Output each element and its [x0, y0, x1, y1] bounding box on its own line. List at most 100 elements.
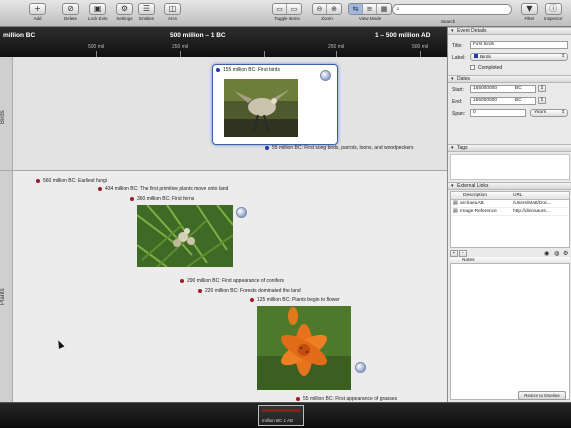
table-row[interactable]: ▤ archaeoAB /Users/Matt/Doc...	[451, 200, 569, 208]
lock-events-button[interactable]: ▣ Lock Evts	[88, 3, 108, 21]
lane-label-birds: Birds	[0, 110, 6, 124]
filter-icon: ▼	[521, 3, 538, 15]
external-links-table: Description URL ▤ archaeoAB /Users/Matt/…	[450, 191, 570, 248]
info-icon: ⓘ	[544, 3, 562, 15]
globe-icon[interactable]	[320, 70, 331, 81]
links-table-header: Description URL	[451, 192, 569, 200]
ruler-tick-label: 250 mil	[328, 44, 345, 50]
toggle-right-icon[interactable]: ▭	[287, 4, 301, 14]
toggle-left-icon[interactable]: ▭	[273, 4, 287, 14]
span-unit-select[interactable]: Years ⇕	[530, 109, 568, 117]
toggle-items-control[interactable]: ▭ ▭ Toggle Items	[272, 3, 302, 21]
view-timeline-icon[interactable]: ⇆	[349, 4, 363, 14]
lane-divider	[0, 170, 447, 171]
eye-icon[interactable]: ◉	[544, 250, 549, 257]
event-card-flowers[interactable]	[257, 306, 369, 392]
event-details-header[interactable]: Event Details	[448, 27, 571, 35]
zoom-segment[interactable]: ⊖ ⊕	[312, 3, 342, 15]
end-stepper[interactable]: ⇕	[538, 97, 546, 104]
ruler-tick-label: 500 mil	[412, 44, 429, 50]
event-dot	[296, 396, 300, 401]
gear-icon: ⚙	[116, 3, 133, 15]
ruler-left-label: million BC	[3, 32, 36, 39]
event-card-first-ferns[interactable]	[137, 205, 253, 269]
event-conifers[interactable]: 290 million BC: First appearance of coni…	[180, 278, 284, 284]
add-link-button[interactable]: +	[450, 250, 458, 257]
inspector-panel: Event Details Title: First birds Label: …	[447, 27, 571, 402]
event-dot	[198, 288, 202, 293]
event-song-birds[interactable]: 55 million BC: First song birds, parrots…	[265, 145, 413, 151]
event-earliest-fungi[interactable]: 560 million BC: Earliest fungi	[36, 178, 107, 184]
globe-icon[interactable]	[236, 207, 247, 218]
event-flowers[interactable]: 125 million BC: Plants begin to flower	[250, 297, 340, 303]
ruler-right-label: 1 – 500 million AD	[375, 32, 431, 39]
label-color-swatch	[474, 54, 478, 58]
event-dot	[98, 186, 102, 191]
lock-icon: ▣	[89, 3, 107, 15]
event-card-first-birds[interactable]: 155 million BC: First birds	[212, 64, 338, 145]
remove-link-button[interactable]: −	[459, 250, 467, 257]
zoom-control[interactable]: ⊖ ⊕ Zoom	[312, 3, 342, 21]
event-forests[interactable]: 220 million BC: Forests dominated the la…	[198, 288, 301, 294]
tags-header[interactable]: Tags	[448, 144, 571, 152]
start-stepper[interactable]: ⇕	[538, 85, 546, 92]
view-grid-icon[interactable]: ▦	[377, 4, 391, 14]
end-date-field[interactable]: 155000000 BC	[470, 97, 536, 105]
event-first-land-plants[interactable]: 434 million BC: The first primitive plan…	[98, 186, 228, 192]
globe-small-icon[interactable]: ◍	[554, 250, 559, 257]
search-icon: ⌕	[396, 5, 400, 13]
add-button[interactable]: + Add	[29, 3, 46, 21]
settings-button[interactable]: ⚙ Settings	[116, 3, 133, 21]
ruler-tick-label: 500 mil	[88, 44, 105, 50]
entities-button[interactable]: ☰ Entities	[138, 3, 155, 21]
external-links-header[interactable]: External Links	[448, 182, 571, 190]
plus-icon: +	[29, 3, 46, 15]
delete-button[interactable]: ⊘ Delete	[62, 3, 79, 21]
chevron-down-icon: ⇕	[561, 54, 565, 59]
event-dot	[216, 67, 220, 72]
resize-to-timeline-button[interactable]: Resize to timeline	[518, 391, 566, 400]
timeline-canvas[interactable]: Birds Plants 155 million BC: First birds…	[0, 57, 447, 402]
fern-photo	[137, 205, 233, 267]
zoom-in-icon[interactable]: ⊕	[327, 4, 341, 14]
notes-textarea[interactable]	[450, 263, 570, 400]
arcs-icon: ◫	[164, 3, 181, 15]
inspector-button[interactable]: ⓘ Inspector	[544, 3, 563, 21]
filter-button[interactable]: ▼ Filter	[521, 3, 538, 21]
table-row[interactable]: ▤ Image Reference http://dinosaurs...	[451, 208, 569, 216]
tags-field[interactable]	[450, 154, 570, 180]
event-label: 155 million BC: First birds	[216, 67, 280, 73]
event-first-ferns[interactable]: 360 million BC: First ferns	[130, 196, 194, 202]
timeline-ruler[interactable]: million BC 500 million – 1 BC 1 – 500 mi…	[0, 27, 447, 57]
completed-checkbox[interactable]	[470, 65, 475, 70]
event-dot	[265, 145, 269, 150]
view-list-icon[interactable]: ≡	[363, 4, 377, 14]
zoom-out-icon[interactable]: ⊖	[313, 4, 327, 14]
link-icon: ▤	[453, 201, 458, 206]
event-dot	[130, 196, 134, 201]
arcs-button[interactable]: ◫ Arcs	[164, 3, 181, 21]
view-mode-control[interactable]: ⇆ ≡ ▦ View Mode	[348, 3, 392, 21]
overview-event-bar	[262, 409, 300, 412]
overview-range-label: million BC 1 AD	[262, 418, 294, 423]
title-field[interactable]: First birds	[470, 41, 568, 49]
span-field[interactable]: 0	[470, 109, 526, 117]
start-date-field[interactable]: 155000000 BC	[470, 85, 536, 93]
event-dot	[180, 278, 184, 283]
search-input[interactable]: ⌕	[392, 4, 512, 15]
toggle-items-segment[interactable]: ▭ ▭	[272, 3, 302, 15]
ruler-center-label: 500 million – 1 BC	[170, 32, 226, 39]
toolbar: + Add ⊘ Delete ▣ Lock Evts ⚙ Settings ☰ …	[0, 0, 571, 27]
timeline-app-window: + Add ⊘ Delete ▣ Lock Evts ⚙ Settings ☰ …	[0, 0, 571, 428]
dates-header[interactable]: Dates	[448, 75, 571, 83]
event-dot	[250, 297, 254, 302]
globe-icon[interactable]	[355, 362, 366, 373]
view-mode-segment[interactable]: ⇆ ≡ ▦	[348, 3, 392, 15]
label-select[interactable]: Birds ⇕	[470, 53, 568, 61]
chevron-down-icon: ⇕	[561, 110, 565, 115]
bird-fossil-photo	[224, 79, 298, 137]
ruler-tick-label: 250 mil	[172, 44, 189, 50]
link-icon: ▤	[453, 209, 458, 214]
gear-icon[interactable]: ⚙	[563, 250, 568, 257]
timeline-overview[interactable]: million BC 1 AD	[0, 402, 571, 428]
